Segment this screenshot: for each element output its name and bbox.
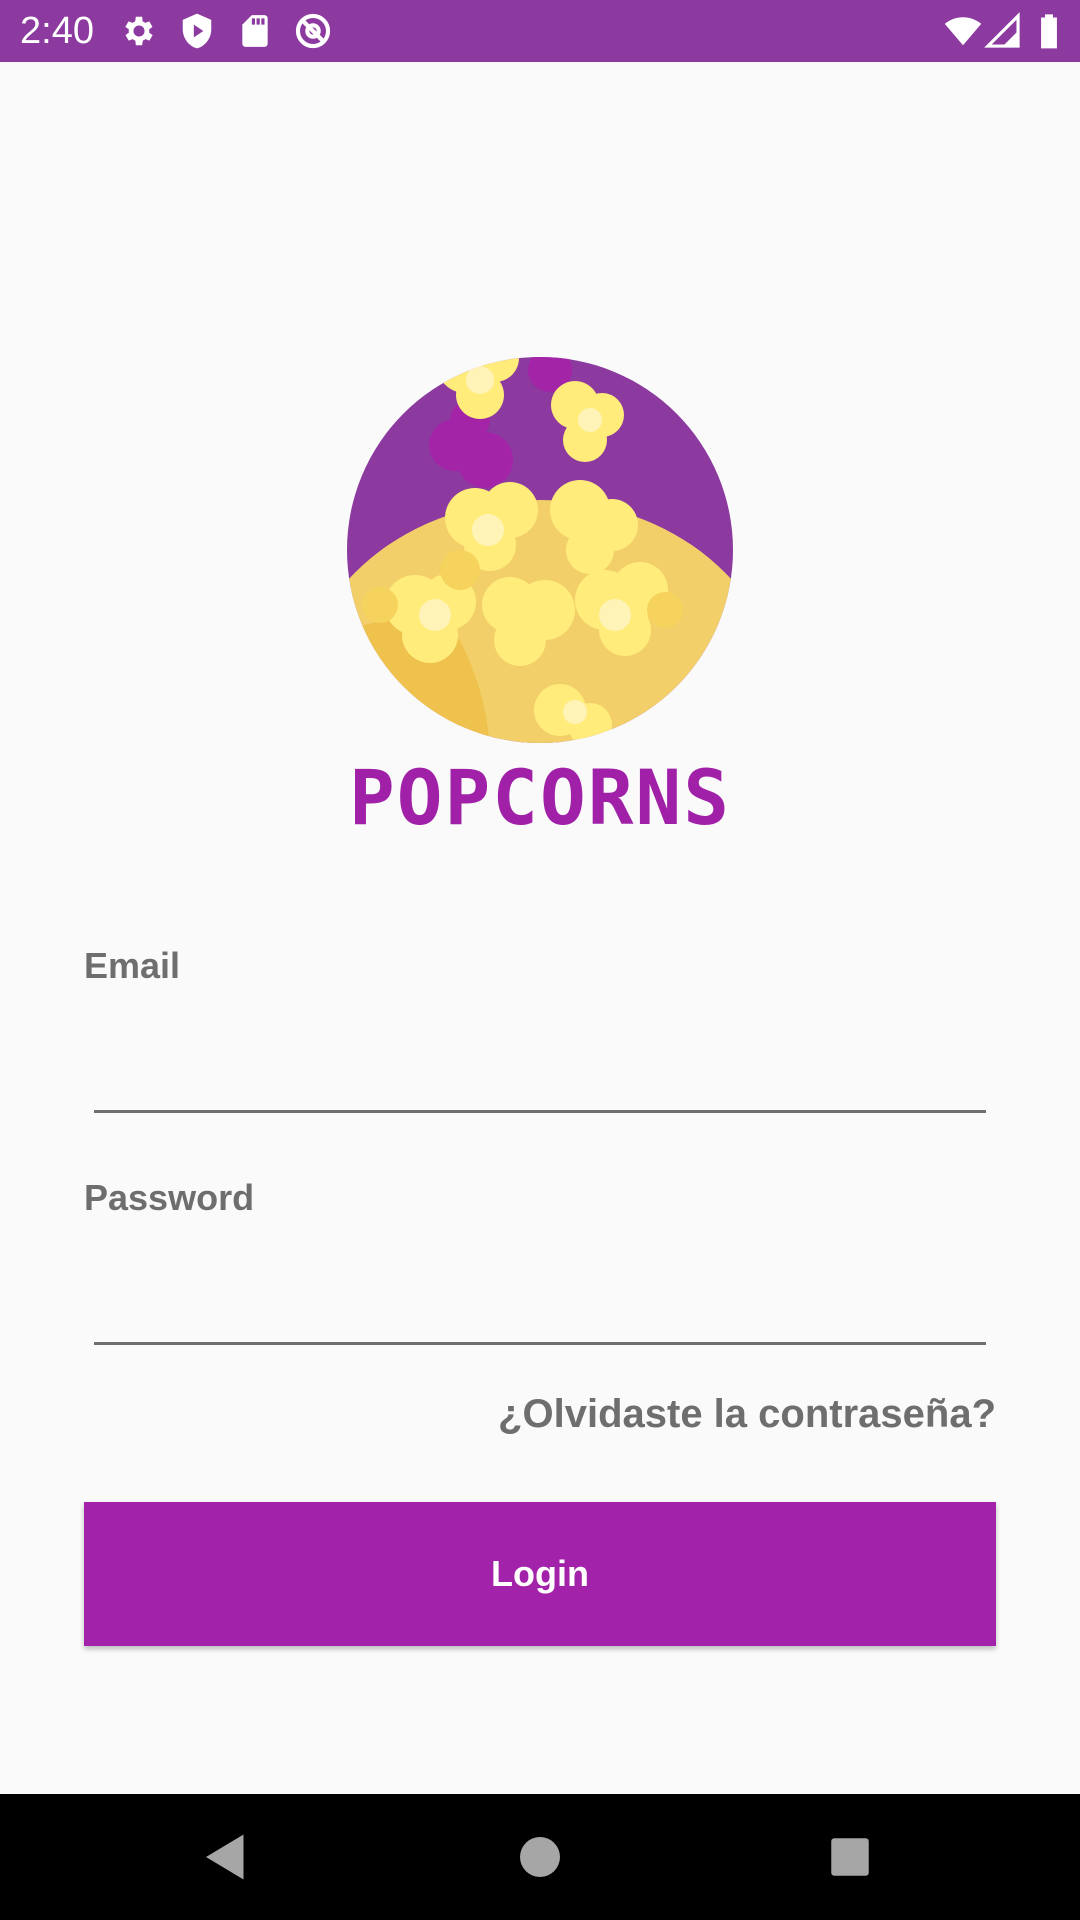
status-bar: 2:40 xyxy=(0,0,1080,62)
login-screen: 2:40 POPCORNS Email Password ¿Olvidaste … xyxy=(0,0,1080,1920)
popcorn-logo xyxy=(340,340,740,750)
signal-icon xyxy=(984,12,1022,50)
back-icon[interactable] xyxy=(196,1827,256,1887)
forgot-password-link[interactable]: ¿Olvidaste la contraseña? xyxy=(498,1390,996,1438)
navigation-bar xyxy=(0,1794,1080,1920)
settings-icon xyxy=(120,12,158,50)
login-button[interactable]: Login xyxy=(84,1502,996,1646)
email-input[interactable] xyxy=(94,1040,986,1113)
password-input[interactable] xyxy=(94,1272,986,1345)
email-label: Email xyxy=(84,945,181,986)
battery-icon xyxy=(1030,12,1068,50)
sd-card-icon xyxy=(236,12,274,50)
at-sign-icon xyxy=(294,12,332,50)
home-icon[interactable] xyxy=(510,1827,570,1887)
status-time: 2:40 xyxy=(20,10,94,52)
play-protect-icon xyxy=(178,12,216,50)
recents-icon[interactable] xyxy=(820,1827,880,1887)
password-label: Password xyxy=(84,1177,255,1218)
wifi-icon xyxy=(944,12,982,50)
brand-name: POPCORNS xyxy=(348,753,732,842)
